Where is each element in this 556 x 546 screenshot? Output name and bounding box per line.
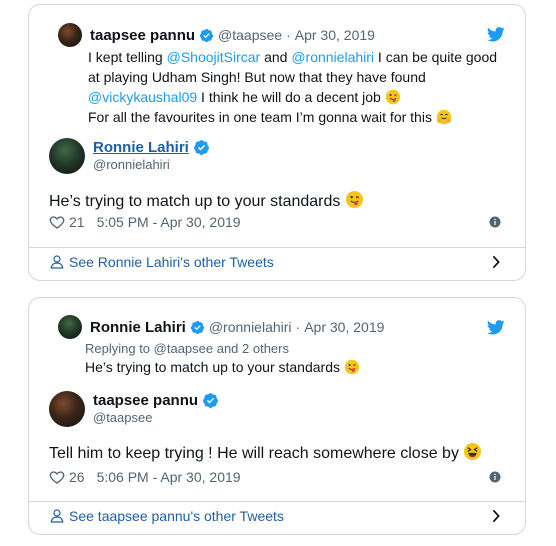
quoted-tweet-text-row: He’s trying to match up to your standard… [85, 359, 360, 375]
tweet-meta: 26 5:06 PM - Apr 30, 2019 [49, 469, 505, 485]
author-handle[interactable]: @taapsee [93, 410, 223, 428]
text-segment: I kept telling [88, 49, 167, 65]
other-tweets-label[interactable]: See taapsee pannu's other Tweets [69, 508, 284, 524]
text-segment: For all the favourites in one team I’m g… [88, 109, 432, 125]
squinting-laugh-emoji [464, 442, 482, 461]
verified-badge-icon [199, 28, 214, 42]
avatar[interactable] [49, 391, 85, 427]
text-segment: I think he will do a decent job [197, 89, 381, 105]
tweet-text-row: Tell him to keep trying ! He will reach … [49, 442, 482, 463]
info-icon[interactable] [489, 216, 501, 228]
text-segment: at playing Udham Singh! But now that the… [88, 69, 426, 85]
quoted-author-name[interactable]: Ronnie Lahiri [90, 319, 186, 336]
text-segment: I can be quite good [374, 49, 498, 65]
info-icon[interactable] [489, 471, 501, 483]
tweet-meta: 21 5:05 PM - Apr 30, 2019 [49, 214, 505, 230]
divider [29, 501, 525, 502]
embedded-tweet-card-1: taapsee pannu @taapsee · Apr 30, 2019 I … [28, 4, 526, 281]
like-count[interactable]: 21 [69, 214, 85, 230]
replying-to[interactable]: Replying to @taapsee and 2 others [85, 341, 289, 356]
avatar[interactable] [58, 315, 82, 339]
tweet-text: He’s trying to match up to your standard… [49, 193, 341, 210]
author-names: Ronnie Lahiri @ronnielahiri [93, 137, 214, 175]
quoted-tweet-header: taapsee pannu @taapsee · Apr 30, 2019 [58, 23, 528, 47]
person-icon [50, 255, 64, 269]
verified-badge-icon [193, 139, 209, 155]
tweet-author[interactable]: Ronnie Lahiri @ronnielahiri [49, 137, 214, 175]
author-handle[interactable]: @ronnielahiri [93, 157, 214, 175]
tweet-text-row: He’s trying to match up to your standard… [49, 190, 364, 211]
hugging-emoji [436, 109, 452, 125]
quoted-tweet[interactable]: taapsee pannu @taapsee · Apr 30, 2019 I … [58, 23, 528, 127]
quoted-tweet-date[interactable]: Apr 30, 2019 [295, 27, 375, 43]
tweet-timestamp[interactable]: 5:06 PM - Apr 30, 2019 [97, 469, 241, 485]
divider [29, 247, 525, 248]
author-name-row[interactable]: taapsee pannu [93, 390, 223, 410]
tweet-text: Tell him to keep trying ! He will reach … [49, 445, 459, 462]
quoted-tweet-text: I kept telling @ShoojitSircar and @ronni… [58, 47, 528, 127]
separator-dot: · [295, 319, 301, 335]
tweet-timestamp[interactable]: 5:05 PM - Apr 30, 2019 [97, 214, 241, 230]
winking-tongue-emoji [345, 190, 363, 209]
like-count[interactable]: 26 [69, 469, 85, 485]
quoted-tweet-date[interactable]: Apr 30, 2019 [304, 319, 384, 335]
separator-dot: · [286, 27, 291, 43]
quoted-tweet-text: He’s trying to match up to your standard… [85, 359, 340, 375]
avatar[interactable] [58, 23, 82, 47]
heart-icon[interactable] [49, 214, 65, 230]
verified-badge-icon [190, 320, 204, 334]
chevron-right-icon[interactable] [491, 255, 501, 269]
author-name[interactable]: taapsee pannu [93, 392, 198, 409]
heart-icon[interactable] [49, 469, 65, 485]
author-name[interactable]: Ronnie Lahiri [93, 139, 189, 156]
other-tweets-link[interactable]: See taapsee pannu's other Tweets [49, 508, 505, 524]
other-tweets-link[interactable]: See Ronnie Lahiri's other Tweets [49, 254, 505, 270]
quoted-author-name[interactable]: taapsee pannu [90, 27, 195, 44]
quoted-tweet[interactable]: Ronnie Lahiri @ronnielahiri · Apr 30, 20… [58, 315, 528, 339]
winking-tongue-emoji [344, 359, 360, 375]
avatar[interactable] [49, 138, 85, 174]
chevron-right-icon[interactable] [491, 509, 501, 523]
mention-link[interactable]: @ShoojitSircar [167, 49, 261, 65]
mention-link[interactable]: @vickykaushal09 [88, 89, 197, 105]
mention-link[interactable]: @ronnielahiri [291, 49, 374, 65]
quoted-tweet-header: Ronnie Lahiri @ronnielahiri · Apr 30, 20… [58, 315, 528, 339]
other-tweets-label[interactable]: See Ronnie Lahiri's other Tweets [69, 254, 274, 270]
embedded-tweet-card-2: Ronnie Lahiri @ronnielahiri · Apr 30, 20… [28, 297, 526, 535]
author-name-row[interactable]: Ronnie Lahiri [93, 137, 214, 157]
quoted-author-handle[interactable]: @taapsee [218, 27, 282, 43]
quoted-author-handle[interactable]: @ronnielahiri [209, 319, 292, 335]
winking-tongue-emoji [385, 89, 400, 105]
verified-badge-icon [203, 392, 218, 408]
tweet-author[interactable]: taapsee pannu @taapsee [49, 390, 223, 428]
person-icon [50, 509, 64, 523]
text-segment: and [260, 49, 292, 65]
author-names: taapsee pannu @taapsee [93, 390, 223, 428]
